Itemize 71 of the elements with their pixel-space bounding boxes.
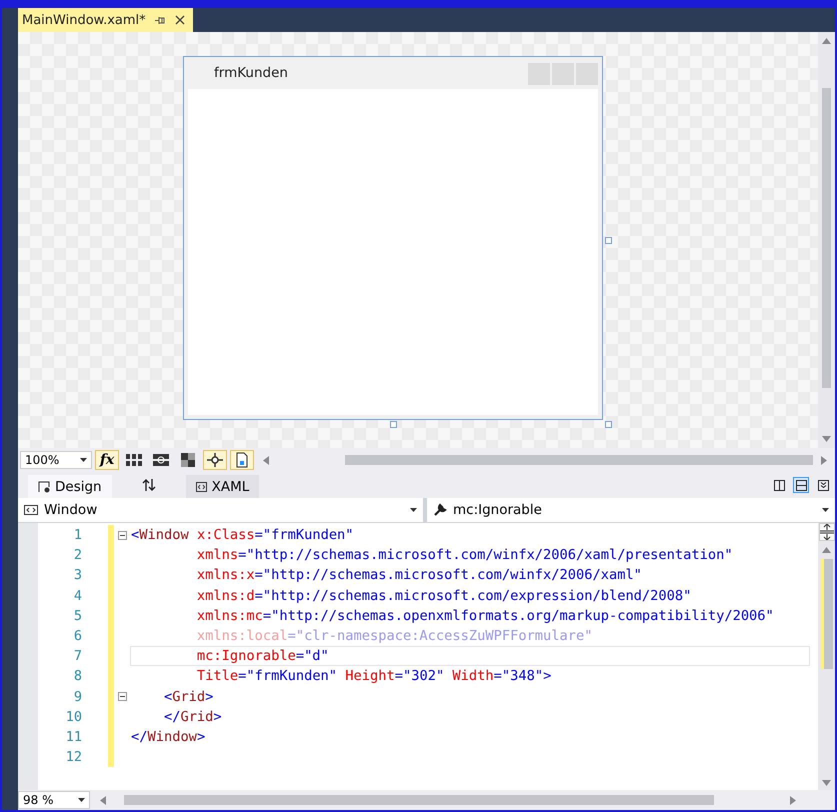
- dropdown-arrow-icon: [410, 508, 417, 512]
- code-line: Title="frmKunden" Height="302" Width="348">: [196, 668, 552, 684]
- scroll-thumb[interactable]: [345, 455, 813, 465]
- design-tab[interactable]: Design: [28, 475, 112, 498]
- code-line: <Grid>: [162, 688, 214, 705]
- code-line: xmlns:mc="http://schemas.openxmlformats.org/markup-compatibility/2006": [196, 608, 774, 624]
- code-line: xmlns:local="clr-namespace:AccessZuWPFFormulare": [196, 628, 592, 644]
- snap-lines-button[interactable]: [203, 450, 227, 470]
- document-icon: [235, 452, 249, 468]
- scroll-left-icon[interactable]: [100, 796, 106, 804]
- element-dropdown[interactable]: Window: [18, 498, 423, 522]
- vertical-scrollbar[interactable]: [818, 32, 835, 448]
- scroll-down-icon[interactable]: [822, 780, 831, 786]
- scroll-right-icon[interactable]: [790, 796, 796, 804]
- code-line: </Grid>: [162, 708, 222, 725]
- xaml-tab[interactable]: XAML: [186, 475, 260, 498]
- line-number: 8: [72, 668, 82, 684]
- vertical-scrollbar[interactable]: [818, 523, 835, 790]
- collapse-icon[interactable]: [118, 692, 126, 702]
- collapse-icon[interactable]: [118, 530, 126, 540]
- vertical-split-button[interactable]: [771, 477, 787, 493]
- scroll-thumb[interactable]: [124, 795, 714, 805]
- scroll-down-icon[interactable]: [822, 436, 831, 442]
- scroll-up-icon[interactable]: [822, 547, 831, 553]
- window-title: frmKunden: [214, 65, 288, 81]
- resize-handle[interactable]: [605, 237, 612, 244]
- design-icon: [38, 480, 50, 492]
- member-dropdown[interactable]: mc:Ignorable: [427, 498, 835, 522]
- line-number: 1: [72, 527, 82, 544]
- line-number: 9: [72, 688, 82, 705]
- scroll-thumb[interactable]: [822, 88, 831, 388]
- horizontal-split-button[interactable]: [793, 477, 809, 493]
- document-tab[interactable]: MainWindow.xaml*: [18, 8, 193, 32]
- code-line: mc:Ignorable="d": [196, 648, 329, 664]
- formula-button[interactable]: fx: [95, 450, 119, 470]
- scroll-up-icon[interactable]: [822, 38, 831, 44]
- code-line: xmlns:d="http://schemas.microsoft.com/expression/blend/2008": [196, 588, 692, 604]
- scroll-left-icon[interactable]: [263, 456, 269, 464]
- line-number: 3: [72, 567, 82, 584]
- wrench-icon: [433, 503, 447, 517]
- scroll-right-icon[interactable]: [821, 456, 827, 464]
- close-icon[interactable]: [174, 15, 185, 25]
- code-line: xmlns="http://schemas.microsoft.com/winfx/2006/xaml/presentation": [196, 547, 733, 564]
- resize-handle[interactable]: [390, 421, 397, 428]
- line-number: 5: [72, 608, 82, 624]
- line-number: 6: [72, 628, 82, 644]
- zoom-dropdown[interactable]: 100%: [20, 451, 92, 469]
- resize-handle[interactable]: [605, 421, 612, 428]
- line-number: 10: [64, 708, 82, 725]
- line-number: 4: [72, 588, 82, 604]
- pin-icon[interactable]: [154, 16, 166, 24]
- line-number: 7: [72, 648, 82, 664]
- document-tab-title: MainWindow.xaml*: [22, 12, 146, 28]
- dropdown-arrow-icon: [78, 798, 85, 802]
- scroll-thumb[interactable]: [820, 559, 832, 669]
- dropdown-arrow-icon: [822, 508, 829, 512]
- code-icon: [24, 505, 38, 515]
- collapse-pane-button[interactable]: [815, 477, 831, 493]
- dropdown-arrow-icon: [80, 458, 87, 462]
- effects-button[interactable]: [230, 450, 254, 470]
- code-icon: [196, 482, 207, 492]
- window-preview[interactable]: frmKunden: [183, 56, 603, 420]
- line-number: 11: [64, 728, 82, 745]
- code-line: </Window>: [131, 728, 206, 745]
- line-number: 12: [64, 749, 82, 766]
- split-pane-icon[interactable]: [818, 523, 834, 541]
- swap-panes-icon[interactable]: [142, 478, 156, 492]
- zoom-dropdown[interactable]: 98 %: [18, 791, 90, 809]
- line-number: 2: [72, 547, 82, 564]
- code-line: <Window x:Class="frmKunden": [131, 527, 354, 544]
- code-line: xmlns:x="http://schemas.microsoft.com/winfx/2006/xaml": [196, 567, 642, 584]
